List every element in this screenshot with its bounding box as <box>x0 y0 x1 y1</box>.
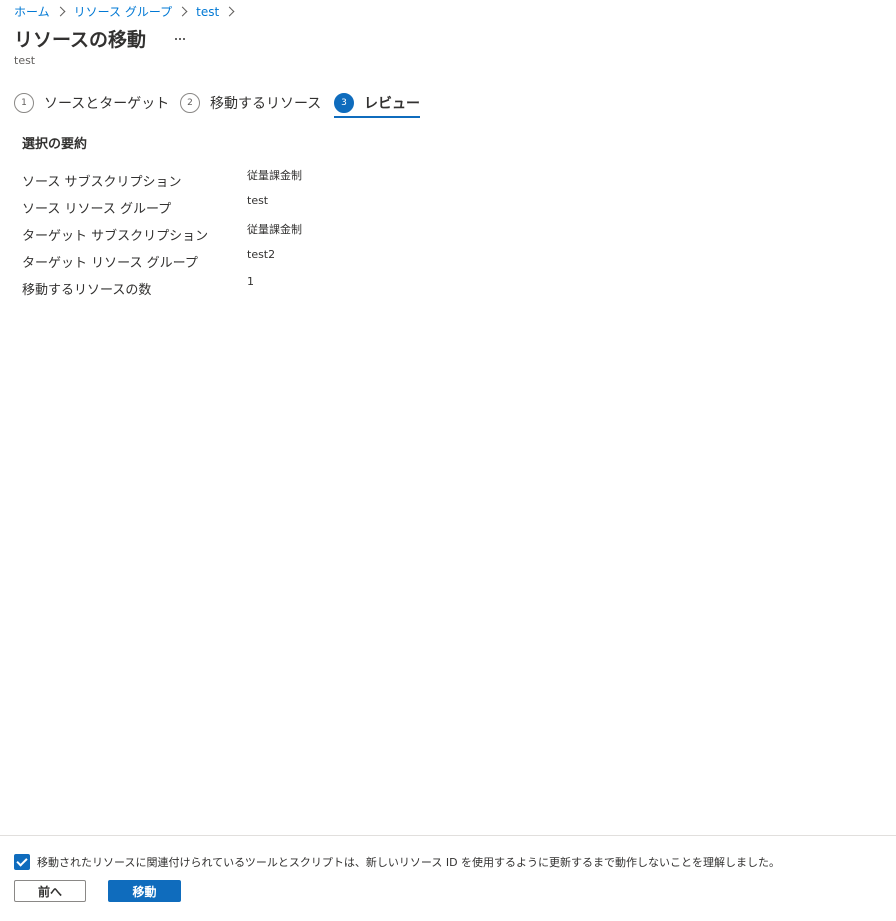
step-label: 移動するリソース <box>210 96 322 112</box>
more-options-button[interactable] <box>168 27 192 51</box>
footer: 移動されたリソースに関連付けられているツールとスクリプトは、新しいリソース ID… <box>0 835 896 921</box>
summary-list: ソース サブスクリプション 従量課金制 ソース リソース グループ test タ… <box>22 166 522 301</box>
step-number: 1 <box>14 93 34 113</box>
summary-value: 従量課金制 <box>247 223 302 236</box>
breadcrumb-resource-groups[interactable]: リソース グループ <box>74 3 173 20</box>
step-review[interactable]: 3 レビュー <box>334 90 420 118</box>
summary-value: 1 <box>247 275 254 288</box>
step-number: 3 <box>334 93 354 113</box>
chevron-right-icon <box>177 6 188 17</box>
summary-heading: 選択の要約 <box>22 137 88 152</box>
page-subtitle: test <box>14 54 36 67</box>
acknowledgement-checkbox[interactable] <box>14 854 30 870</box>
summary-key: ターゲット サブスクリプション <box>22 229 209 244</box>
breadcrumb: ホーム リソース グループ test <box>14 3 243 20</box>
chevron-right-icon <box>55 6 66 17</box>
move-resources-page: ホーム リソース グループ test リソースの移動 test 1 ソースとター… <box>0 0 896 921</box>
summary-key: ソース リソース グループ <box>22 202 172 217</box>
acknowledgement: 移動されたリソースに関連付けられているツールとスクリプトは、新しいリソース ID… <box>14 854 780 870</box>
checkmark-icon <box>16 854 28 867</box>
breadcrumb-home[interactable]: ホーム <box>14 3 50 20</box>
summary-row: ターゲット リソース グループ test2 <box>22 247 522 274</box>
page-title: リソースの移動 <box>14 29 147 51</box>
step-source-target[interactable]: 1 ソースとターゲット <box>14 90 169 116</box>
previous-button[interactable]: 前へ <box>14 880 86 902</box>
summary-key: ソース サブスクリプション <box>22 175 182 190</box>
more-icon <box>175 37 186 40</box>
breadcrumb-test[interactable]: test <box>196 5 219 19</box>
summary-value: test <box>247 194 269 207</box>
step-number: 2 <box>180 93 200 113</box>
summary-row: 移動するリソースの数 1 <box>22 274 522 301</box>
summary-value: test2 <box>247 248 276 261</box>
summary-key: 移動するリソースの数 <box>22 283 152 298</box>
summary-key: ターゲット リソース グループ <box>22 256 198 271</box>
summary-value: 従量課金制 <box>247 169 302 182</box>
summary-row: ソース リソース グループ test <box>22 193 522 220</box>
move-button[interactable]: 移動 <box>108 880 181 902</box>
summary-row: ソース サブスクリプション 従量課金制 <box>22 166 522 193</box>
step-resources-to-move[interactable]: 2 移動するリソース <box>180 90 321 116</box>
acknowledgement-label: 移動されたリソースに関連付けられているツールとスクリプトは、新しいリソース ID… <box>37 856 781 869</box>
step-label: レビュー <box>364 96 420 112</box>
summary-row: ターゲット サブスクリプション 従量課金制 <box>22 220 522 247</box>
step-label: ソースとターゲット <box>44 96 170 112</box>
chevron-right-icon <box>224 6 235 17</box>
title-row: リソースの移動 <box>14 25 192 52</box>
